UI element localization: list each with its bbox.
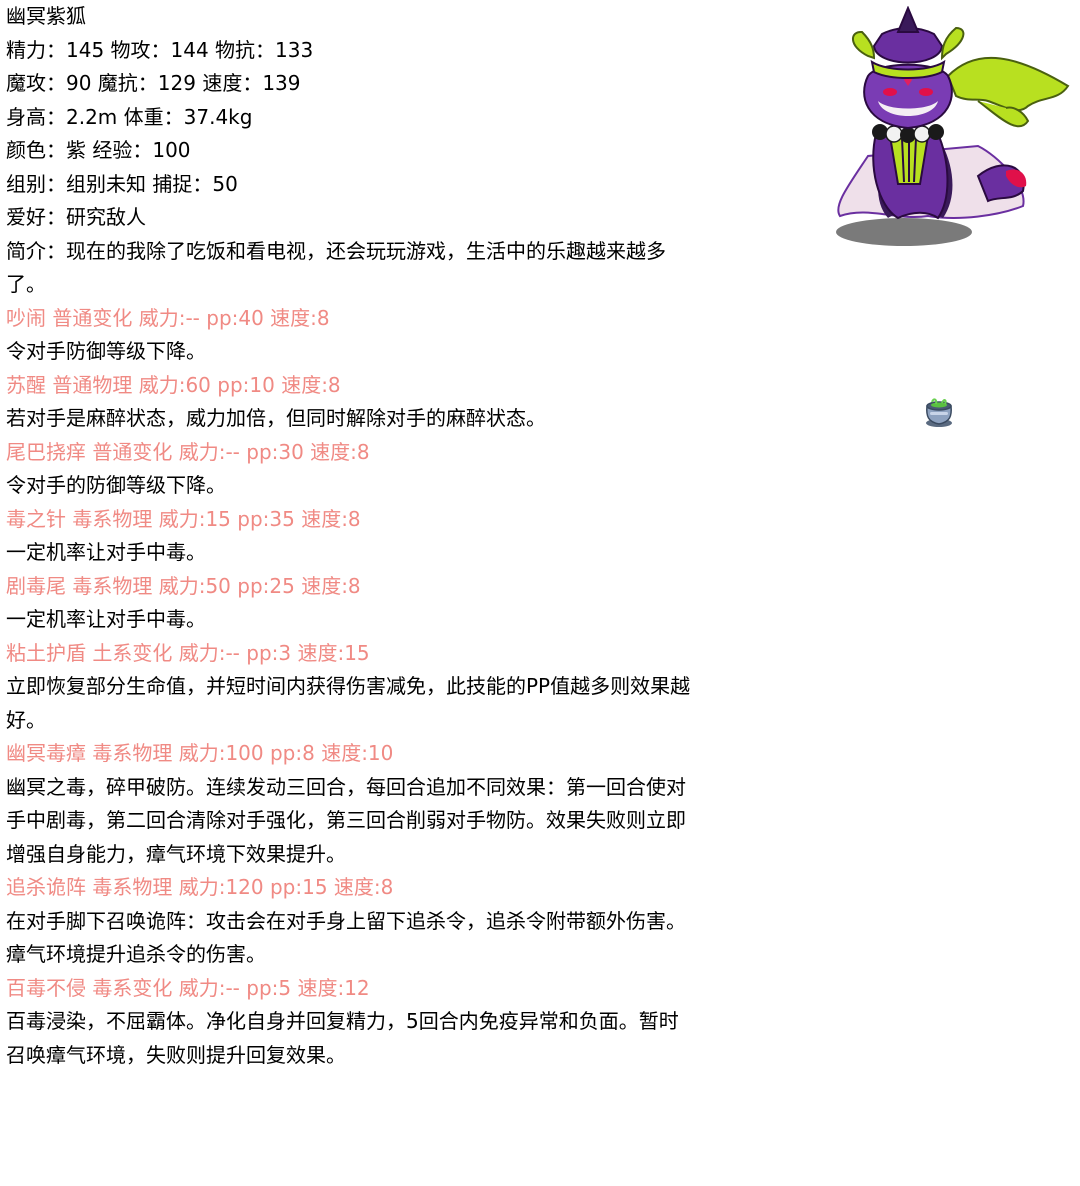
skill-header: 剧毒尾 毒系物理 威力:50 pp:25 速度:8 — [6, 573, 361, 598]
skill-description: 在对手脚下召唤诡阵：攻击会在对手身上留下追杀令，追杀令附带额外伤害。瘴气环境提升… — [6, 908, 686, 967]
pet-info-panel: 幽冥紫狐 精力：145 物攻：144 物抗：133 魔攻：90 魔抗：129 速… — [6, 0, 696, 1072]
skill-header: 幽冥毒瘴 毒系物理 威力:100 pp:8 速度:10 — [6, 741, 394, 765]
stat-line: 组别：组别未知 捕捉：50 — [6, 171, 238, 196]
skill-description: 幽冥之毒，碎甲破防。连续发动三回合，每回合追加不同效果：第一回合使对手中剧毒，第… — [6, 774, 686, 866]
poison-jar-icon — [926, 398, 952, 427]
skill-header: 粘土护盾 土系变化 威力:-- pp:3 速度:15 — [6, 640, 370, 665]
skill-header: 百毒不侵 毒系变化 威力:-- pp:5 速度:12 — [6, 975, 370, 1000]
skill-description: 令对手防御等级下降。 — [6, 339, 206, 363]
stat-line: 爱好：研究敌人 — [6, 205, 146, 229]
stat-line: 身高：2.2m 体重：37.4kg — [6, 104, 253, 129]
skill-description: 一定机率让对手中毒。 — [6, 540, 206, 564]
skill-description: 一定机率让对手中毒。 — [6, 607, 206, 631]
pet-intro: 简介：现在的我除了吃饭和看电视，还会玩玩游戏，生活中的乐趣越来越多了。 — [6, 238, 666, 297]
stat-line: 魔攻：90 魔抗：129 速度：139 — [6, 71, 301, 95]
skill-description: 令对手的防御等级下降。 — [6, 473, 226, 497]
skill-header: 毒之针 毒系物理 威力:15 pp:35 速度:8 — [6, 506, 361, 531]
skill-header: 追杀诡阵 毒系物理 威力:120 pp:15 速度:8 — [6, 875, 394, 899]
skill-description: 百毒浸染，不屈霸体。净化自身并回复精力，5回合内免疫异常和负面。暂时召唤瘴气环境… — [6, 1009, 679, 1067]
skill-header: 苏醒 普通物理 威力:60 pp:10 速度:8 — [6, 372, 341, 397]
skill-description: 若对手是麻醉状态，威力加倍，但同时解除对手的麻醉状态。 — [6, 406, 546, 430]
pet-name: 幽冥紫狐 — [6, 4, 86, 28]
purple-fox-creature-image — [836, 6, 1070, 246]
skill-description: 立即恢复部分生命值，并短时间内获得伤害减免，此技能的PP值越多则效果越好。 — [6, 674, 691, 732]
stat-line: 颜色：紫 经验：100 — [6, 138, 191, 162]
stat-line: 精力：145 物攻：144 物抗：133 — [6, 37, 314, 62]
skill-header: 吵闹 普通变化 威力:-- pp:40 速度:8 — [6, 305, 330, 330]
skill-header: 尾巴挠痒 普通变化 威力:-- pp:30 速度:8 — [6, 439, 370, 464]
